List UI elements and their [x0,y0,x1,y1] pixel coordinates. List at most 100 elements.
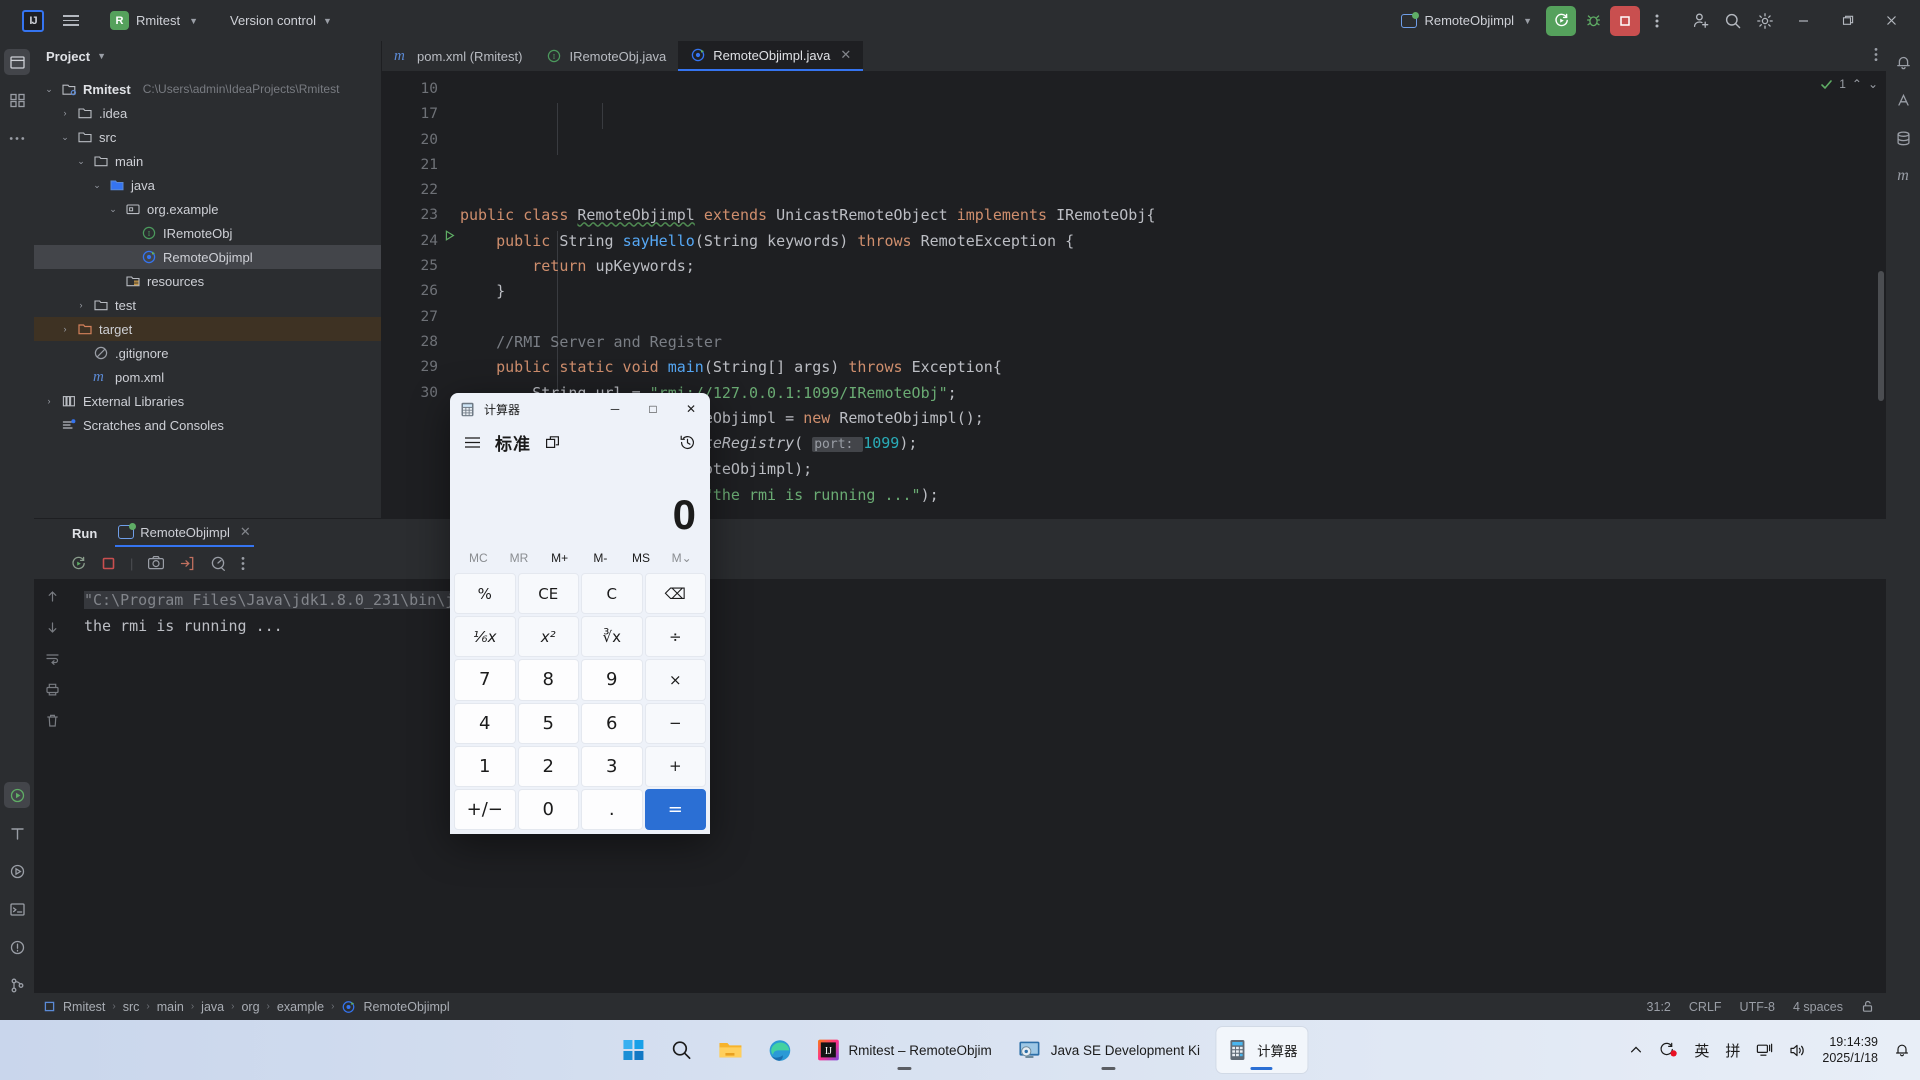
breadcrumb-item[interactable]: main [157,1000,184,1014]
breadcrumb-item[interactable]: example [277,1000,324,1014]
chevron-down-icon[interactable]: ⌄ [58,132,72,143]
calc-key-square-root[interactable]: ∛x [581,616,643,658]
lock-open-icon[interactable] [1861,1000,1874,1013]
calc-key-percent[interactable]: % [454,573,516,615]
chevron-right-icon[interactable]: › [58,324,72,334]
gear-icon[interactable] [1750,6,1780,36]
search-icon[interactable] [1718,6,1748,36]
keep-on-top-icon[interactable] [545,435,560,450]
calc-key-subtract[interactable]: − [644,702,706,744]
minimize-window-button[interactable] [1782,0,1824,41]
services-tool-icon[interactable] [4,858,30,884]
restore-window-button[interactable] [1826,0,1868,41]
memory-key-ms[interactable]: MS [621,551,662,565]
calc-key-divide[interactable]: ÷ [644,616,706,658]
close-icon[interactable]: ✕ [240,524,251,540]
line-separator[interactable]: CRLF [1689,1000,1722,1014]
debug-button[interactable] [1578,6,1608,36]
inspection-widget[interactable]: 1 ⌃ ⌄ [1820,77,1878,91]
indent-setting[interactable]: 4 spaces [1793,1000,1843,1014]
calc-key-digit-5[interactable]: 5 [517,702,579,744]
editor-tab-bar[interactable]: m pom.xml (Rmitest) I IRemoteObj.java Remote… [382,41,1886,71]
hamburger-icon[interactable] [464,436,481,449]
chevron-right-icon[interactable]: › [74,300,88,310]
calc-key-digit-0[interactable]: 0 [517,788,579,830]
tree-item-org-example[interactable]: ⌄ org.example [34,197,381,221]
tree-item-gitignore[interactable]: .gitignore [34,341,381,365]
breadcrumb-item[interactable]: src [123,1000,140,1014]
chevron-down-icon[interactable]: ⌄ [42,84,56,95]
volume-icon[interactable] [1789,1043,1806,1058]
calculator-maximize-button[interactable]: □ [634,393,672,425]
calc-key-digit-7[interactable]: 7 [454,659,516,701]
taskbar-item-windows-start[interactable] [612,1027,654,1073]
database-icon[interactable] [1890,125,1916,151]
caret-position[interactable]: 31:2 [1647,1000,1671,1014]
editor-scrollbar[interactable] [1878,271,1884,401]
tree-item-resources[interactable]: resources [34,269,381,293]
calc-key-decimal[interactable]: . [581,788,643,830]
project-selector[interactable]: R Rmitest ▼ [102,8,206,33]
editor-tab-remoteobjimpl-java[interactable]: RemoteObjimpl.java ✕ [678,41,864,71]
maven-icon[interactable]: m [1890,163,1916,189]
tree-item-main[interactable]: ⌄ main [34,149,381,173]
notifications-icon[interactable] [1890,49,1916,75]
tree-item-test[interactable]: › test [34,293,381,317]
run-tool-icon[interactable] [4,782,30,808]
close-icon[interactable]: ✕ [840,47,851,63]
console-output[interactable]: "C:\Program Files\Java\jdk1.8.0_231\bin\… [70,579,1886,993]
calculator-title-bar[interactable]: 计算器 ─ □ ✕ [450,393,710,425]
export-icon[interactable] [179,555,196,572]
editor-options-icon[interactable] [1874,47,1878,62]
profiler-icon[interactable] [210,555,227,572]
run-button[interactable] [1546,5,1576,36]
terminal-tool-icon[interactable] [4,896,30,922]
network-icon[interactable] [1756,1043,1773,1058]
prev-problem-icon[interactable]: ⌃ [1852,77,1862,91]
main-menu-icon[interactable] [58,8,84,34]
code-line[interactable]: public class RemoteObjimpl extends Unica… [460,203,1886,228]
calc-key-digit-1[interactable]: 1 [454,745,516,787]
calc-key-square[interactable]: x² [517,616,579,658]
calculator-keypad[interactable]: % CE C ⌫ ⅙x x² ∛x ÷ 7 8 9 × 4 5 6− 1 2 3 + +/− 0. = [450,571,710,834]
soft-wrap-icon[interactable] [45,651,60,666]
calc-key-digit-2[interactable]: 2 [517,745,579,787]
calc-key-backspace[interactable]: ⌫ [644,573,706,615]
breadcrumb[interactable]: Rmitest › src › main › java › org › example › Remote… [63,999,450,1015]
chevron-right-icon[interactable]: › [42,396,56,406]
print-icon[interactable] [45,682,60,697]
editor-tab-iremoteobj-java[interactable]: I IRemoteObj.java [534,41,678,71]
editor-tab-pom-xml-rmitest[interactable]: m pom.xml (Rmitest) [382,41,534,71]
project-tool-icon[interactable] [4,49,30,75]
taskbar-item-java-installer[interactable]: Java SE Development Ki [1008,1027,1210,1073]
stop-icon[interactable] [101,556,116,571]
calculator-minimize-button[interactable]: ─ [596,393,634,425]
more-actions-icon[interactable] [1642,6,1672,36]
taskbar-item-search[interactable] [660,1027,702,1073]
line-number-gutter[interactable]: 10 17 20 21 22 23 24 25 26 27 28 29 30 [382,71,455,518]
bell-icon[interactable] [1894,1042,1910,1058]
chevron-right-icon[interactable]: › [58,108,72,118]
run-tab-remoteobjimpl[interactable]: RemoteObjimpl ✕ [115,519,254,547]
rerun-icon[interactable] [70,555,87,572]
more-vertical-icon[interactable] [241,556,245,571]
tree-item-java[interactable]: ⌄ java [34,173,381,197]
tree-item-remoteobjimpl[interactable]: RemoteObjimpl [34,245,381,269]
code-line[interactable]: public static void main(String[] args) t… [460,355,1886,380]
taskbar-clock[interactable]: 19:14:39 2025/1/18 [1822,1034,1878,1066]
code-line[interactable]: //RMI Server and Register [460,330,1886,355]
calc-key-digit-3[interactable]: 3 [581,745,643,787]
scroll-up-icon[interactable] [45,589,60,604]
history-icon[interactable] [679,434,696,451]
taskbar-item-file-explorer[interactable] [708,1027,752,1073]
taskbar-item-intellij[interactable]: IJ Rmitest – RemoteObjim [807,1027,1001,1073]
scroll-down-icon[interactable] [45,620,60,635]
calc-key-digit-8[interactable]: 8 [517,659,579,701]
ime-language-indicator[interactable]: 英 [1694,1040,1709,1061]
calc-key-reciprocal[interactable]: ⅙x [454,616,516,658]
file-encoding[interactable]: UTF-8 [1740,1000,1775,1014]
chevron-up-icon[interactable] [1629,1043,1643,1057]
calc-key-clear[interactable]: C [581,573,643,615]
code-line[interactable] [460,305,1886,330]
run-configuration-selector[interactable]: RemoteObjimpl ▼ [1393,9,1540,32]
